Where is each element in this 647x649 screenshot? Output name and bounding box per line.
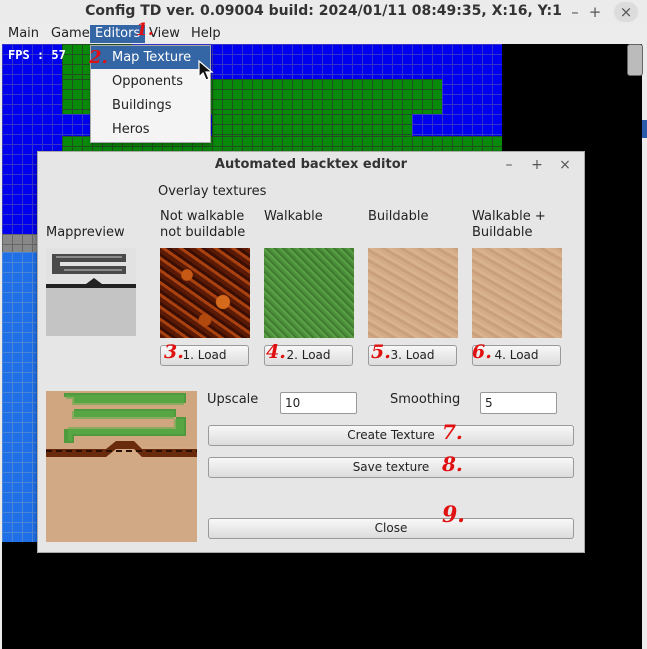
map-ground-area — [2, 252, 42, 542]
upscale-input[interactable]: 10 — [280, 392, 357, 414]
annotation-4: 4. — [266, 341, 286, 363]
smoothing-input[interactable]: 5 — [480, 392, 557, 414]
upscale-label: Upscale — [207, 392, 259, 407]
close-dialog-button[interactable]: Close — [208, 518, 574, 539]
annotation-5: 5. — [371, 341, 391, 363]
menu-item-opponents[interactable]: Opponents — [91, 70, 210, 93]
map-preview — [46, 248, 136, 336]
walkable-texture-preview — [264, 248, 354, 338]
menu-item-map-texture[interactable]: Map Texture — [91, 46, 210, 69]
minimize-button[interactable]: – — [565, 2, 585, 22]
save-texture-button[interactable]: Save texture — [208, 457, 574, 478]
annotation-9: 9. — [442, 502, 465, 528]
close-button[interactable]: × — [614, 2, 638, 22]
map-path-segment — [212, 114, 412, 136]
menu-help[interactable]: Help — [186, 25, 226, 43]
col3-label-line1: Buildable — [368, 209, 429, 224]
fps-counter: FPS : 57 — [8, 48, 66, 62]
editors-dropdown: Map Texture Opponents Buildings Heros — [90, 45, 211, 143]
dialog-minimize-button[interactable]: – — [500, 156, 518, 174]
col4-label-line1: Walkable + — [472, 209, 546, 224]
col4-label-line2: Buildable — [472, 225, 533, 240]
overlay-textures-header: Overlay textures — [158, 184, 267, 199]
col2-label-line1: Walkable — [264, 209, 323, 224]
col1-label-line1: Not walkable — [160, 209, 245, 224]
result-texture-preview — [46, 391, 197, 542]
not-walkable-texture-preview — [160, 248, 250, 338]
side-panel-strip — [642, 120, 647, 138]
backtex-editor-dialog: Automated backtex editor – + × Overlay t… — [37, 151, 585, 553]
annotation-8: 8. — [442, 452, 463, 476]
annotation-1: 1. — [136, 20, 154, 40]
map-preview-image — [46, 248, 136, 336]
annotation-2: 2. — [89, 47, 108, 68]
side-panel-handle[interactable] — [627, 44, 643, 76]
maximize-button[interactable]: + — [585, 2, 605, 22]
create-texture-button[interactable]: Create Texture — [208, 425, 574, 446]
mouse-cursor-icon — [198, 60, 214, 81]
dialog-close-button[interactable]: × — [556, 156, 574, 174]
smoothing-label: Smoothing — [390, 392, 461, 407]
menu-item-buildings[interactable]: Buildings — [91, 94, 210, 117]
buildable-texture-preview — [368, 248, 458, 338]
window-titlebar: Config TD ver. 0.09004 build: 2024/01/11… — [0, 0, 647, 24]
result-texture-image — [46, 391, 197, 542]
map-rock-area — [2, 234, 42, 252]
window-title: Config TD ver. 0.09004 build: 2024/01/11… — [85, 3, 562, 19]
annotation-7: 7. — [442, 420, 463, 444]
menubar: Main Game Editors View Help 1. — [0, 20, 647, 44]
dialog-maximize-button[interactable]: + — [528, 156, 546, 174]
mappreview-label: Mappreview — [46, 225, 125, 240]
annotation-3: 3. — [164, 341, 184, 363]
walkable-buildable-texture-preview — [472, 248, 562, 338]
annotation-6: 6. — [472, 341, 492, 363]
menu-main[interactable]: Main — [3, 25, 44, 43]
menu-item-heros[interactable]: Heros — [91, 118, 210, 141]
menu-game[interactable]: Game — [46, 25, 95, 43]
col1-label-line2: not buildable — [160, 225, 246, 240]
